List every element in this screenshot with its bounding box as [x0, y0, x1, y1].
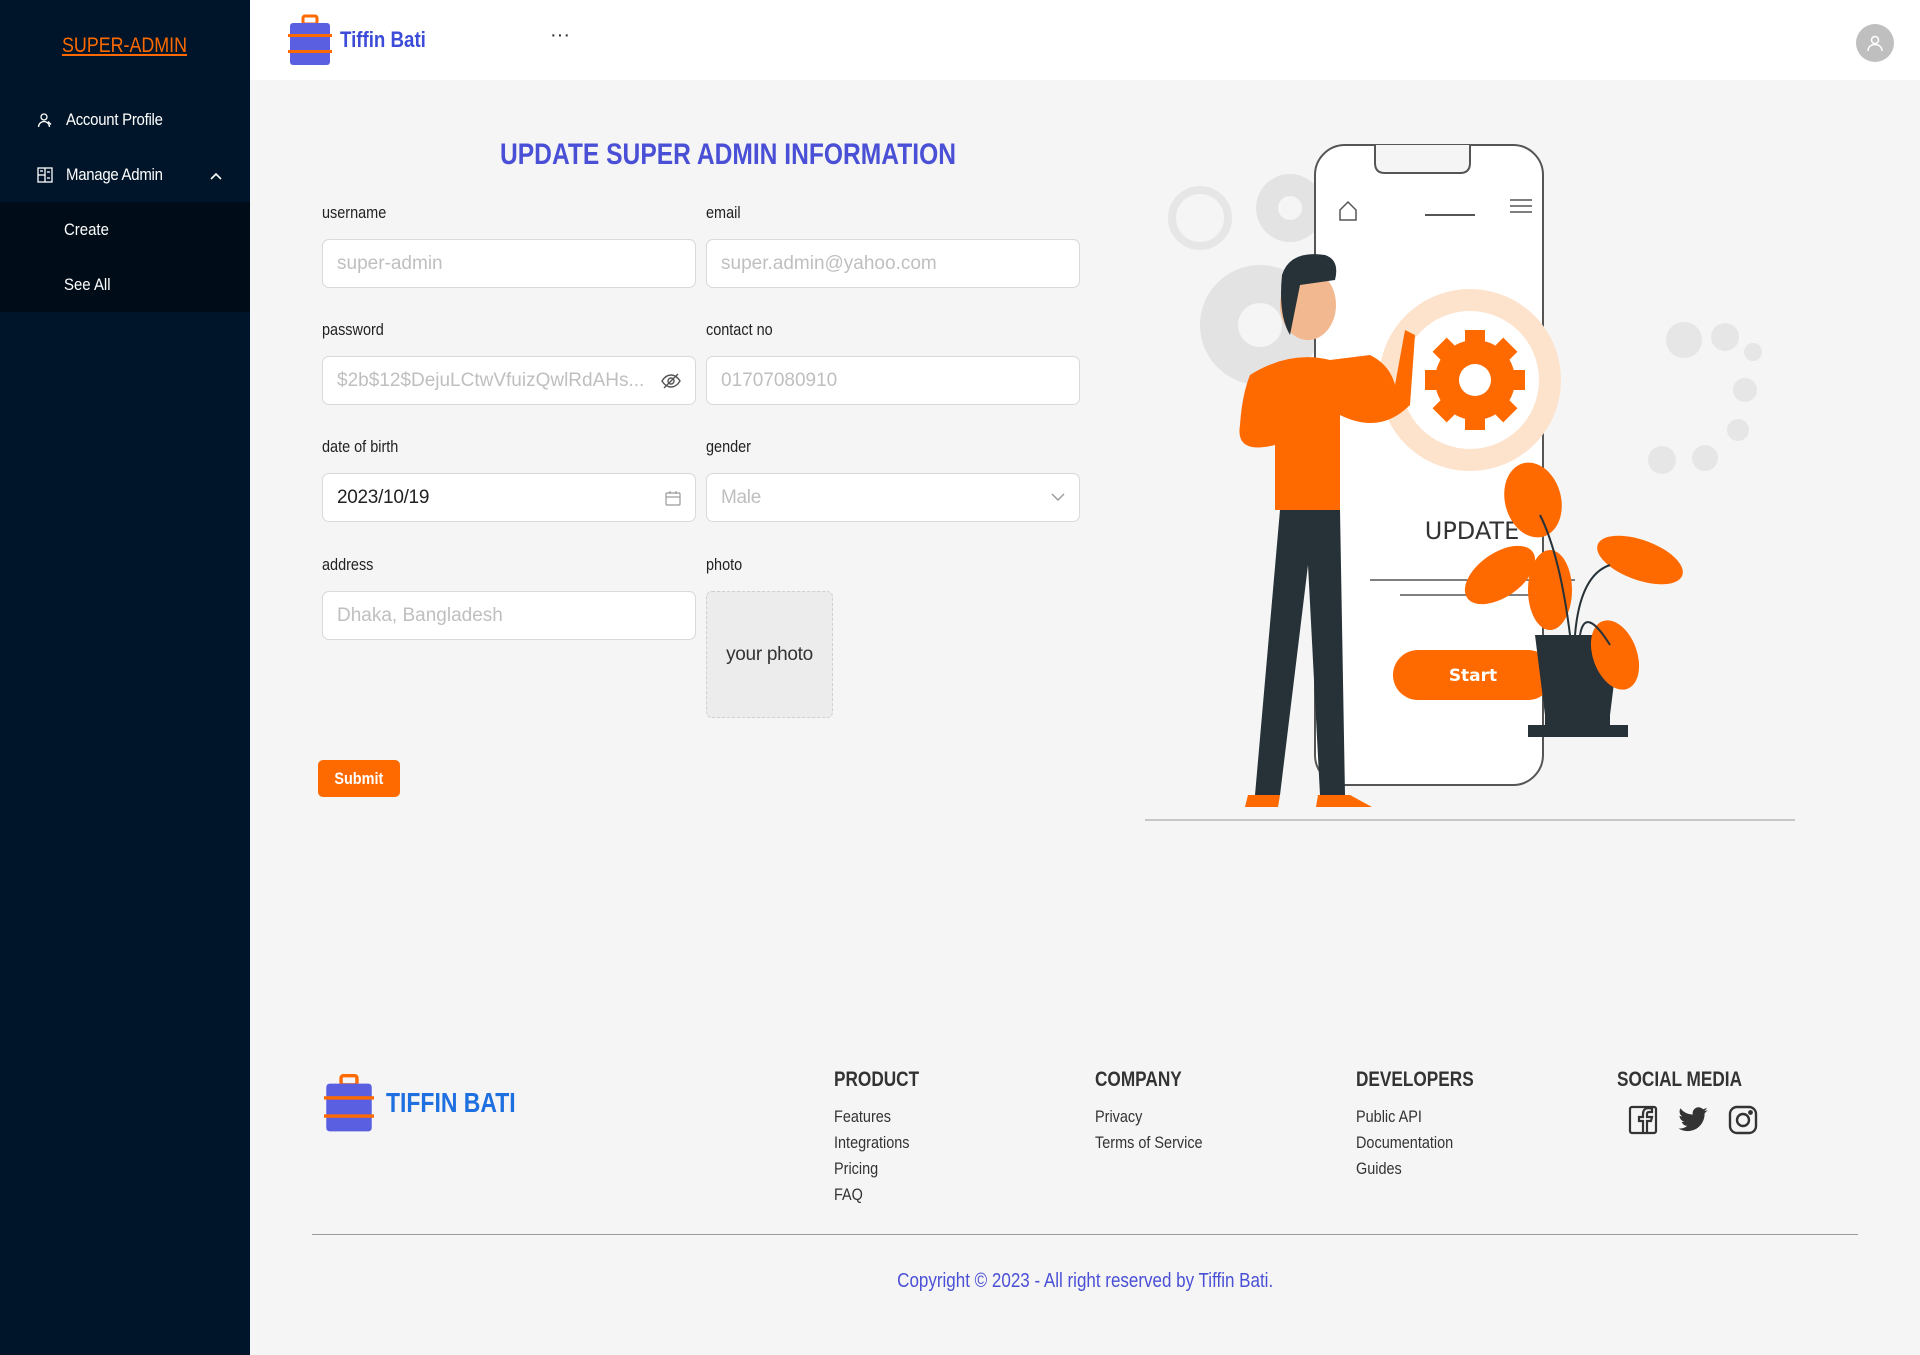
address-field[interactable]: Dhaka, Bangladesh: [322, 591, 696, 640]
background-dots: [1648, 322, 1762, 474]
footer-column-company: COMPANY Privacy Terms of Service: [1095, 1068, 1222, 1156]
user-icon: [36, 111, 54, 129]
dob-value: 2023/10/19: [337, 486, 430, 508]
username-field[interactable]: super-admin: [322, 239, 696, 288]
footer-logo[interactable]: TIFFIN BATI: [324, 1072, 544, 1134]
chevron-down-icon[interactable]: [1051, 493, 1065, 502]
copyright-text: Copyright © 2023 - All right reserved by…: [896, 1270, 1273, 1292]
tiffin-box-icon: [324, 1074, 374, 1132]
update-text: UPDATE: [1425, 517, 1519, 545]
footer-link-privacy[interactable]: Privacy: [1095, 1104, 1203, 1130]
footer-link-public-api[interactable]: Public API: [1356, 1104, 1478, 1130]
calendar-icon[interactable]: [665, 490, 681, 506]
password-placeholder: $2b$12$DejuLCtwVfuizQwlRdAHs...: [337, 369, 645, 391]
footer-link-guides[interactable]: Guides: [1356, 1156, 1478, 1182]
tiffin-box-icon: [288, 14, 332, 65]
footer-link-integrations[interactable]: Integrations: [834, 1130, 922, 1156]
footer-heading: COMPANY: [1095, 1068, 1182, 1091]
footer-column-developers: DEVELOPERS Public API Documentation Guid…: [1356, 1068, 1500, 1182]
gender-select[interactable]: Male: [706, 473, 1080, 522]
password-field[interactable]: $2b$12$DejuLCtwVfuizQwlRdAHs...: [322, 356, 696, 405]
copyright: Copyright © 2023 - All right reserved by…: [0, 1270, 1920, 1293]
password-label: password: [322, 320, 384, 339]
email-label: email: [706, 203, 741, 222]
address-label: address: [322, 555, 374, 574]
user-avatar-icon: [1867, 35, 1883, 52]
submenu-label: Create: [64, 219, 109, 239]
chevron-up-icon[interactable]: [210, 165, 222, 185]
footer-heading: PRODUCT: [834, 1068, 920, 1091]
twitter-icon[interactable]: [1677, 1104, 1709, 1136]
sidebar-item-manage-admin[interactable]: Manage Admin: [0, 147, 250, 202]
submit-button[interactable]: Submit: [318, 760, 400, 797]
footer-link-features[interactable]: Features: [834, 1104, 922, 1130]
instagram-icon[interactable]: [1727, 1104, 1759, 1136]
username-label: username: [322, 203, 387, 222]
top-header: Tiffin Bati ···: [250, 0, 1920, 80]
sidebar-brand-label[interactable]: SUPER-ADMIN: [63, 34, 188, 58]
dob-label: date of birth: [322, 437, 399, 456]
email-placeholder: super.admin@yahoo.com: [721, 252, 937, 274]
photo-upload-text: your photo: [726, 643, 813, 665]
manage-admin-submenu: Create See All: [0, 202, 250, 312]
submenu-label: See All: [64, 274, 111, 294]
gender-value: Male: [721, 486, 761, 508]
start-text: Start: [1449, 666, 1497, 686]
sidebar-brand[interactable]: SUPER-ADMIN: [0, 0, 250, 92]
page-title: UPDATE SUPER ADMIN INFORMATION: [500, 138, 957, 171]
app-logo[interactable]: Tiffin Bati: [288, 14, 441, 66]
photo-upload[interactable]: your photo: [706, 591, 833, 718]
gender-label: gender: [706, 437, 751, 456]
footer-column-social: SOCIAL MEDIA: [1617, 1068, 1769, 1136]
facebook-icon[interactable]: [1627, 1104, 1659, 1136]
update-illustration: UPDATE Start: [1145, 144, 1795, 821]
admin-grid-icon: [36, 166, 54, 184]
contact-label: contact no: [706, 320, 773, 339]
email-field[interactable]: super.admin@yahoo.com: [706, 239, 1080, 288]
footer-link-documentation[interactable]: Documentation: [1356, 1130, 1478, 1156]
footer-heading: SOCIAL MEDIA: [1617, 1068, 1743, 1091]
contact-placeholder: 01707080910: [721, 369, 838, 391]
sidebar-item-account-profile[interactable]: Account Profile: [0, 92, 250, 147]
submit-label: Submit: [334, 768, 384, 788]
eye-invisible-icon[interactable]: [661, 373, 681, 389]
sidebar-item-see-all[interactable]: See All: [0, 257, 250, 312]
footer-link-terms[interactable]: Terms of Service: [1095, 1130, 1203, 1156]
sidebar: SUPER-ADMIN Account Profile Manage Admin…: [0, 0, 250, 1355]
orange-gear: [1425, 330, 1525, 430]
more-icon[interactable]: ···: [550, 24, 570, 47]
photo-label: photo: [706, 555, 743, 574]
contact-field[interactable]: 01707080910: [706, 356, 1080, 405]
address-placeholder: Dhaka, Bangladesh: [337, 604, 503, 626]
date-of-birth-picker[interactable]: 2023/10/19: [322, 473, 696, 522]
sidebar-item-label: Account Profile: [66, 109, 163, 129]
footer-column-product: PRODUCT Features Integrations Pricing FA…: [834, 1068, 938, 1208]
footer-link-faq[interactable]: FAQ: [834, 1182, 922, 1208]
sidebar-item-label: Manage Admin: [66, 164, 163, 184]
footer-heading: DEVELOPERS: [1356, 1068, 1474, 1091]
footer-divider: [312, 1234, 1858, 1235]
social-links: [1627, 1104, 1769, 1136]
username-placeholder: super-admin: [337, 252, 443, 274]
sidebar-item-create[interactable]: Create: [0, 202, 250, 257]
avatar[interactable]: [1856, 24, 1894, 62]
footer-brand: TIFFIN BATI: [386, 1087, 516, 1118]
app-name: Tiffin Bati: [340, 27, 426, 52]
footer-link-pricing[interactable]: Pricing: [834, 1156, 922, 1182]
